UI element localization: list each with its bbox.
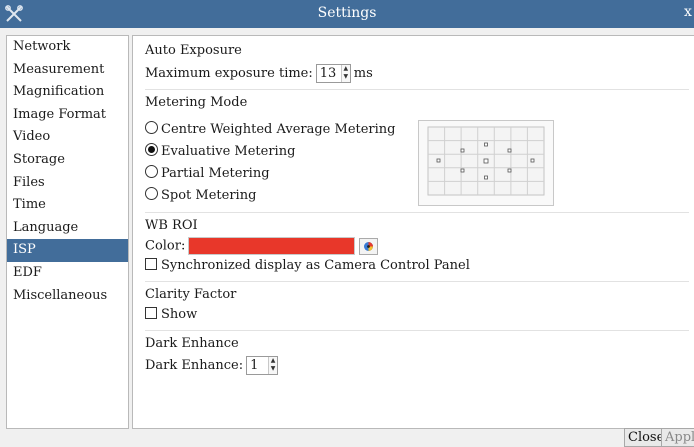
- sidebar-item-edf[interactable]: EDF: [7, 262, 128, 285]
- settings-category-list: Network Measurement Magnification Image …: [6, 35, 129, 429]
- spin-arrows-icon[interactable]: ▲ ▼: [340, 65, 350, 82]
- sidebar-item-isp[interactable]: ISP: [7, 239, 128, 262]
- max-exposure-value: 13: [319, 66, 337, 81]
- max-exposure-label: Maximum exposure time:: [145, 66, 313, 81]
- metering-grid-icon: [427, 126, 545, 196]
- metering-option-label: Centre Weighted Average Metering: [161, 122, 396, 137]
- window-title: Settings: [317, 5, 377, 21]
- clarity-show-label: Show: [161, 307, 198, 322]
- exposure-unit: ms: [353, 66, 373, 81]
- metering-mode-heading: Metering Mode: [145, 95, 248, 110]
- dark-enhance-label: Dark Enhance:: [145, 358, 244, 373]
- wb-roi-heading: WB ROI: [145, 218, 198, 233]
- radio-selected-icon[interactable]: [145, 143, 158, 156]
- clarity-show-checkbox[interactable]: [145, 307, 157, 319]
- dark-enhance-value: 1: [250, 358, 259, 373]
- metering-option-spot[interactable]: Spot Metering: [145, 187, 256, 203]
- max-exposure-spinbox[interactable]: 13 ▲ ▼: [315, 64, 351, 83]
- clarity-factor-heading: Clarity Factor: [145, 287, 237, 302]
- sidebar-item-language[interactable]: Language: [7, 217, 128, 240]
- divider: [145, 281, 689, 282]
- wb-color-label: Color:: [145, 238, 186, 254]
- sidebar-item-time[interactable]: Time: [7, 194, 128, 217]
- sidebar-item-miscellaneous[interactable]: Miscellaneous: [7, 285, 128, 308]
- sync-checkbox[interactable]: [145, 258, 157, 270]
- auto-exposure-heading: Auto Exposure: [145, 43, 242, 58]
- metering-zone-preview: [418, 120, 554, 206]
- sidebar-item-video[interactable]: Video: [7, 126, 128, 149]
- apply-button[interactable]: Apply: [661, 428, 694, 447]
- divider: [145, 330, 689, 331]
- wb-color-row: Color:: [145, 237, 379, 255]
- radio-icon[interactable]: [145, 121, 158, 134]
- metering-option-centre[interactable]: Centre Weighted Average Metering: [145, 121, 396, 137]
- isp-settings-panel: Auto Exposure Maximum exposure time: 13 ▲ ▼…: [132, 35, 694, 429]
- color-picker-button[interactable]: [359, 237, 379, 255]
- sidebar-item-files[interactable]: Files: [7, 172, 128, 195]
- dark-enhance-heading: Dark Enhance: [145, 336, 239, 351]
- metering-option-partial[interactable]: Partial Metering: [145, 165, 270, 181]
- close-window-button[interactable]: x: [684, 4, 694, 22]
- wb-color-swatch[interactable]: [188, 237, 356, 255]
- clarity-show-row[interactable]: Show: [145, 307, 197, 322]
- sidebar-item-storage[interactable]: Storage: [7, 149, 128, 172]
- title-bar: Settings x: [0, 0, 694, 28]
- wb-sync-row[interactable]: Synchronized display as Camera Control P…: [145, 258, 470, 273]
- radio-icon[interactable]: [145, 165, 158, 178]
- sidebar-item-magnification[interactable]: Magnification: [7, 81, 128, 104]
- dark-enhance-spinbox[interactable]: 1 ▲ ▼: [246, 356, 279, 375]
- sync-label: Synchronized display as Camera Control P…: [161, 258, 470, 273]
- sidebar-item-network[interactable]: Network: [7, 36, 128, 59]
- divider: [145, 89, 689, 90]
- radio-icon[interactable]: [145, 187, 158, 200]
- color-wheel-icon: [364, 241, 374, 251]
- sidebar-item-image-format[interactable]: Image Format: [7, 104, 128, 127]
- metering-option-evaluative[interactable]: Evaluative Metering: [145, 143, 295, 159]
- metering-option-label: Evaluative Metering: [161, 144, 296, 159]
- divider: [145, 212, 689, 213]
- metering-option-label: Spot Metering: [161, 188, 257, 203]
- metering-option-label: Partial Metering: [161, 166, 270, 181]
- dark-enhance-row: Dark Enhance: 1 ▲ ▼: [145, 356, 281, 375]
- sidebar-item-measurement[interactable]: Measurement: [7, 59, 128, 82]
- spin-arrows-icon[interactable]: ▲ ▼: [268, 357, 278, 374]
- max-exposure-row: Maximum exposure time: 13 ▲ ▼ ms: [145, 64, 373, 83]
